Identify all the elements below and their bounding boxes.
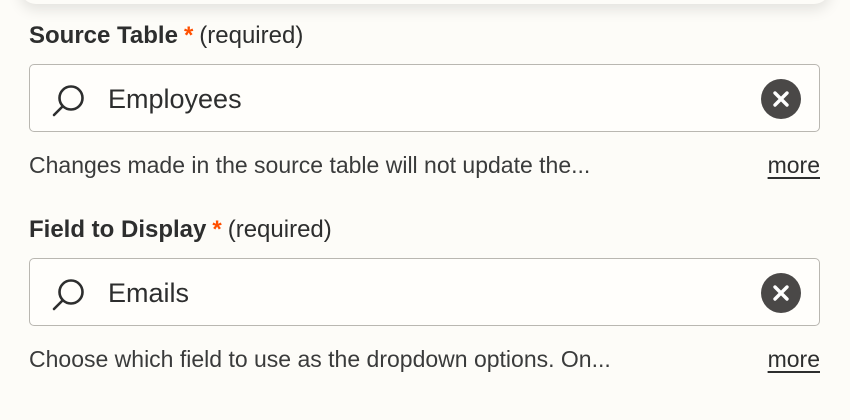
source-table-value: Employees [108, 84, 242, 114]
required-asterisk: * [183, 22, 194, 49]
top-card-shadow [20, 0, 830, 4]
clear-icon[interactable] [761, 273, 801, 313]
source-table-label-row: Source Table * (required) [29, 22, 822, 50]
required-asterisk: * [212, 216, 222, 243]
search-icon [52, 85, 84, 117]
field-to-display-value: Emails [108, 278, 190, 308]
field-to-display-label: Field to Display [29, 216, 207, 243]
search-icon [52, 279, 84, 311]
required-hint: (required) [227, 216, 332, 243]
field-to-display-label-row: Field to Display * (required) [29, 216, 822, 244]
source-table-more-link[interactable]: more [768, 149, 820, 181]
field-to-display-select[interactable]: Emails [29, 258, 820, 326]
field-to-display-field: Field to Display * (required) Emails Choos… [29, 216, 822, 372]
field-to-display-help-text: Choose which field to use as the dropdow… [29, 346, 611, 372]
clear-icon[interactable] [761, 79, 801, 119]
field-to-display-help-row: Choose which field to use as the dropdow… [29, 343, 820, 375]
source-table-label: Source Table [29, 22, 178, 49]
source-table-help-row: Changes made in the source table will no… [29, 149, 820, 181]
source-table-field: Source Table * (required) Employees Change… [29, 22, 822, 178]
field-to-display-more-link[interactable]: more [768, 343, 820, 375]
required-hint: (required) [199, 22, 304, 49]
source-table-help-text: Changes made in the source table will no… [29, 152, 591, 178]
source-table-select[interactable]: Employees [29, 64, 820, 132]
